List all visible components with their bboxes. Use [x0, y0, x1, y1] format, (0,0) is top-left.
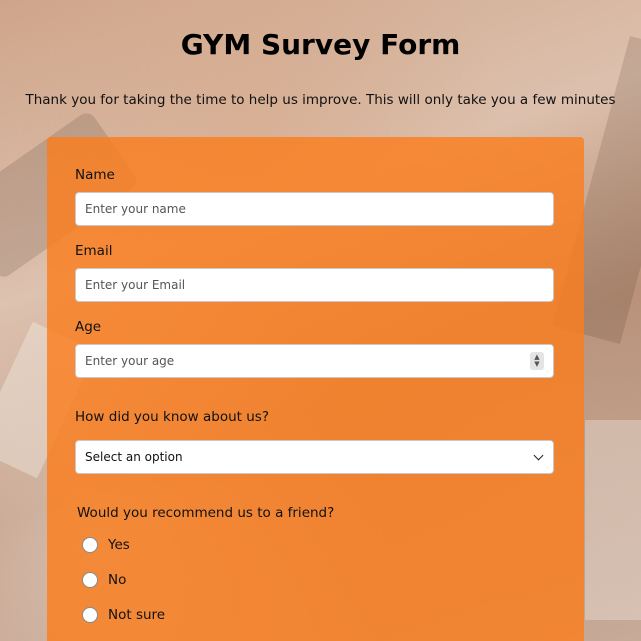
- age-input[interactable]: [75, 344, 554, 378]
- background-decoration: [585, 420, 641, 620]
- email-label: Email: [75, 243, 113, 259]
- radio-label: No: [108, 572, 127, 588]
- recommend-question: Would you recommend us to a friend?: [77, 505, 335, 521]
- radio-button[interactable]: [82, 537, 98, 553]
- page-title: GYM Survey Form: [180, 28, 461, 61]
- radio-option-no[interactable]: No: [82, 572, 126, 588]
- radio-label: Not sure: [108, 607, 166, 623]
- age-label: Age: [75, 319, 102, 335]
- name-input[interactable]: [75, 192, 554, 226]
- name-label: Name: [75, 167, 115, 183]
- survey-form: Name Email Age ▲ ▼ How did you know abou…: [47, 137, 584, 641]
- source-select-value: Select an option: [85, 450, 183, 464]
- radio-label: Yes: [108, 537, 130, 553]
- age-spin-button[interactable]: ▲ ▼: [530, 352, 544, 370]
- radio-option-not-sure[interactable]: Not sure: [82, 607, 165, 623]
- page-description: Thank you for taking the time to help us…: [25, 92, 616, 108]
- radio-button[interactable]: [82, 607, 98, 623]
- email-input[interactable]: [75, 268, 554, 302]
- radio-option-yes[interactable]: Yes: [82, 537, 130, 553]
- chevron-down-icon: [533, 450, 544, 460]
- spin-down-icon: ▼: [534, 360, 540, 368]
- source-label: How did you know about us?: [75, 409, 269, 425]
- radio-button[interactable]: [82, 572, 98, 588]
- source-select[interactable]: Select an option: [75, 440, 554, 474]
